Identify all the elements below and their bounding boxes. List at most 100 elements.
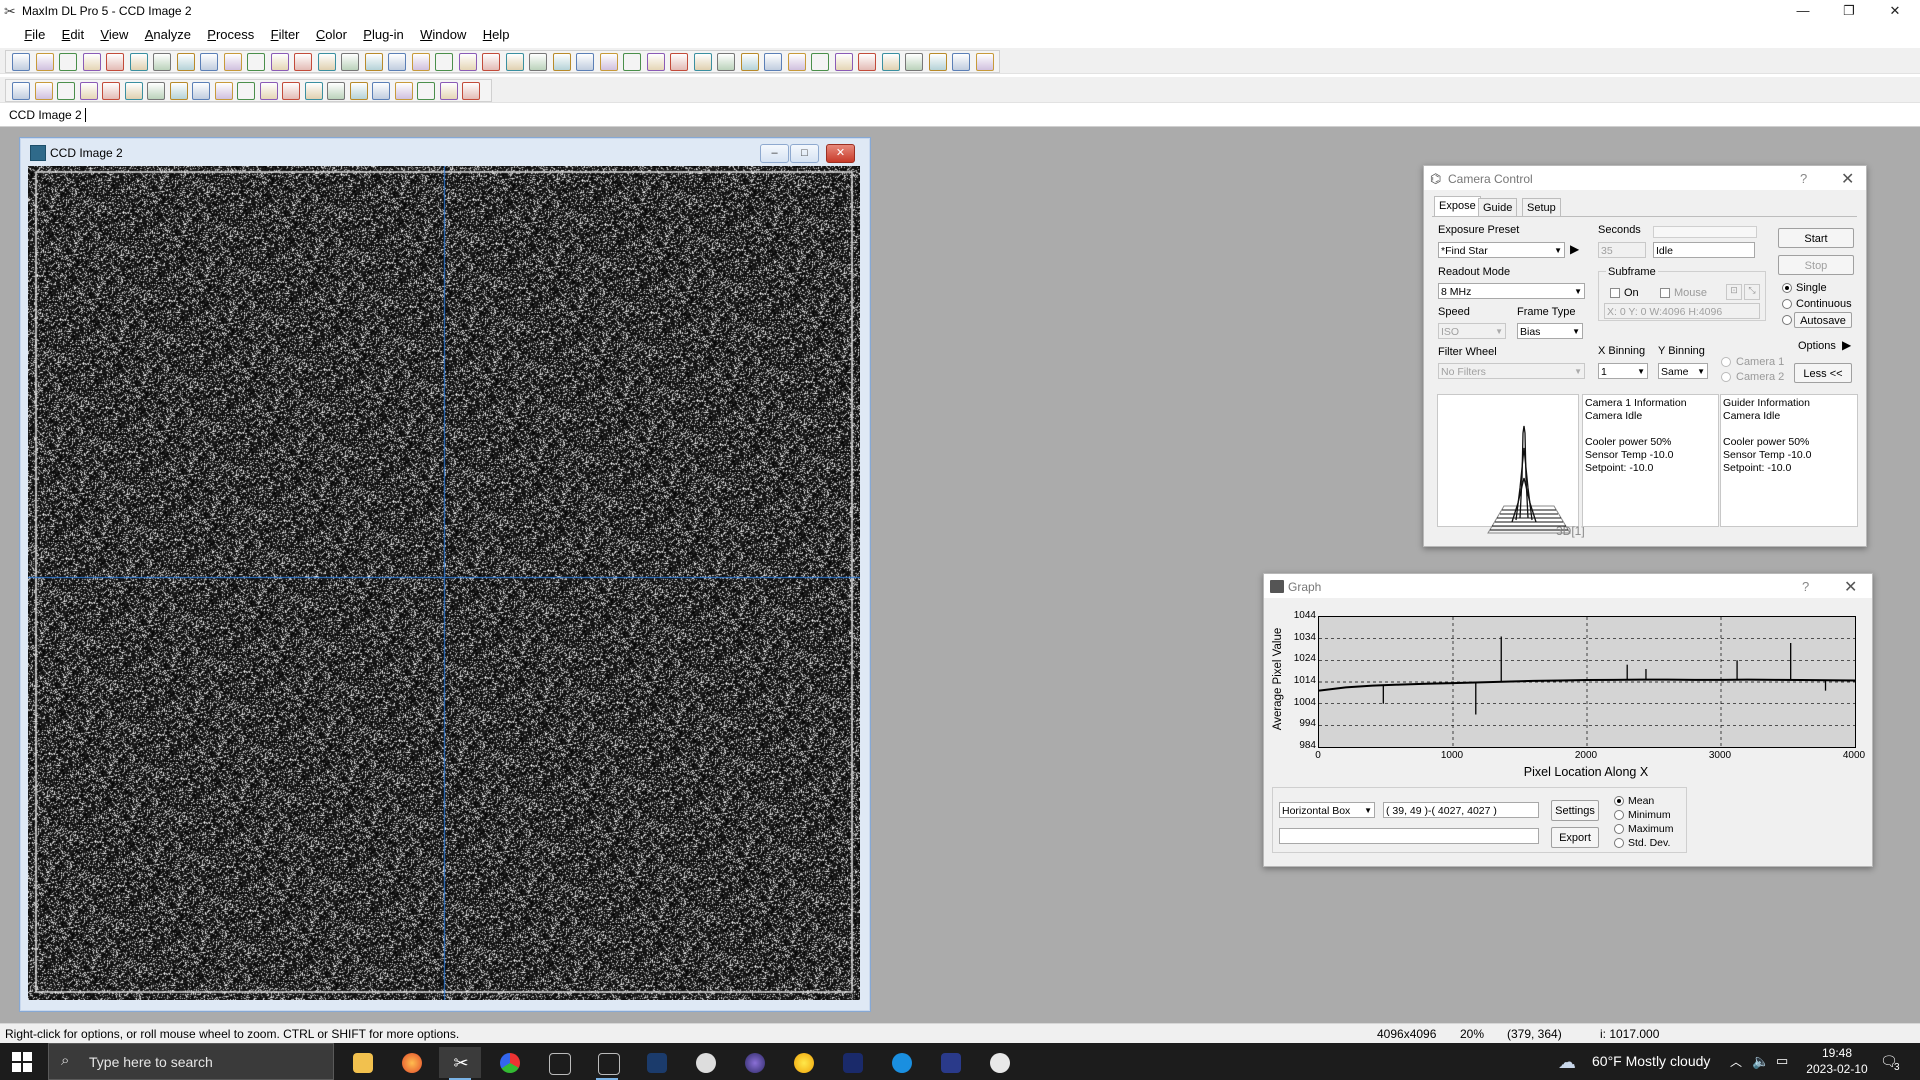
minimize-button[interactable]: —: [1780, 0, 1826, 22]
toolbar-button-icon[interactable]: [237, 82, 255, 100]
subframe-on-checkbox[interactable]: [1610, 288, 1620, 298]
taskbar-app-11[interactable]: [831, 1047, 873, 1078]
taskbar-app-14[interactable]: [978, 1047, 1020, 1078]
toolbar-button-icon[interactable]: [599, 53, 618, 71]
camera1-radio[interactable]: [1721, 357, 1731, 367]
autosave-radio[interactable]: [1782, 315, 1792, 325]
toolbar-button-icon[interactable]: [372, 82, 390, 100]
toolbar-button-icon[interactable]: [905, 53, 923, 71]
toolbar-button-icon[interactable]: [147, 82, 165, 100]
frame-type-select[interactable]: Bias ▼: [1517, 323, 1583, 339]
subframe-reset-icon[interactable]: ⤡: [1744, 284, 1760, 300]
readout-mode-select[interactable]: 8 MHz ▼: [1438, 283, 1585, 299]
menu-process[interactable]: Process: [200, 23, 260, 42]
image-minimize-button[interactable]: –: [760, 144, 789, 163]
tab-guide[interactable]: Guide: [1478, 198, 1518, 217]
menu-help[interactable]: Help: [476, 23, 516, 42]
taskbar-app-8[interactable]: [684, 1047, 726, 1078]
toolbar-button-icon[interactable]: [693, 53, 712, 71]
filter-wheel-select[interactable]: No Filters ▼: [1438, 363, 1585, 379]
toolbar-button-icon[interactable]: [928, 53, 947, 71]
toolbar-button-icon[interactable]: [764, 53, 782, 71]
toolbar-button-icon[interactable]: [59, 53, 77, 71]
autosave-button[interactable]: Autosave: [1794, 312, 1852, 328]
taskbar-app-13[interactable]: [929, 1047, 971, 1078]
mean-radio[interactable]: [1614, 796, 1624, 806]
stddev-radio[interactable]: [1614, 838, 1624, 848]
options-label[interactable]: Options: [1798, 340, 1836, 352]
toolbar-button-icon[interactable]: [82, 53, 101, 71]
toolbar-button-icon[interactable]: [505, 53, 524, 71]
subframe-mouse-checkbox[interactable]: [1660, 288, 1670, 298]
stop-button[interactable]: Stop: [1778, 255, 1854, 275]
toolbar-button-icon[interactable]: [341, 53, 359, 71]
menu-analyze[interactable]: Analyze: [138, 23, 197, 42]
menu-file[interactable]: File: [17, 23, 51, 42]
toolbar-button-icon[interactable]: [12, 53, 30, 71]
ccd-image-canvas[interactable]: [28, 166, 860, 1000]
toolbar-button-icon[interactable]: [858, 53, 876, 71]
clock-time[interactable]: 19:48: [1812, 1046, 1862, 1060]
toolbar-button-icon[interactable]: [952, 53, 970, 71]
toolbar-button-icon[interactable]: [129, 53, 148, 71]
menu-color[interactable]: Color: [309, 23, 353, 42]
continuous-radio[interactable]: [1782, 299, 1792, 309]
toolbar-button-icon[interactable]: [192, 82, 210, 100]
volume-muted-icon[interactable]: 🔈: [1752, 1053, 1769, 1070]
toolbar-button-icon[interactable]: [247, 53, 265, 71]
toolbar-button-icon[interactable]: [317, 53, 336, 71]
toolbar-button-icon[interactable]: [881, 53, 900, 71]
toolbar-button-icon[interactable]: [349, 82, 368, 100]
seconds-input[interactable]: 35: [1598, 242, 1646, 258]
toolbar-button-icon[interactable]: [176, 53, 195, 71]
toolbar-button-icon[interactable]: [811, 53, 829, 71]
camera-control-titlebar[interactable]: ⌬ Camera Control ? ✕: [1424, 166, 1866, 190]
toolbar-button-icon[interactable]: [529, 53, 547, 71]
menu-filter[interactable]: Filter: [264, 23, 306, 42]
toolbar-button-icon[interactable]: [576, 53, 594, 71]
less-button[interactable]: Less <<: [1794, 363, 1852, 383]
toolbar-button-icon[interactable]: [834, 53, 853, 71]
toolbar-button-icon[interactable]: [327, 82, 345, 100]
taskbar-app-5[interactable]: [537, 1047, 579, 1078]
toolbar-button-icon[interactable]: [435, 53, 453, 71]
camera2-radio[interactable]: [1721, 372, 1731, 382]
speed-select[interactable]: ISO ▼: [1438, 323, 1506, 339]
toolbar-button-icon[interactable]: [388, 53, 406, 71]
taskbar-maxim-dl[interactable]: ✂: [439, 1047, 481, 1080]
clock-date[interactable]: 2023-02-10: [1802, 1062, 1872, 1076]
taskbar-app-7[interactable]: [635, 1047, 677, 1078]
image-maximize-button[interactable]: □: [790, 144, 819, 163]
toolbar-button-icon[interactable]: [214, 82, 233, 100]
chevron-up-icon[interactable]: ︿: [1730, 1053, 1742, 1070]
toolbar-button-icon[interactable]: [223, 53, 242, 71]
menu-view[interactable]: View: [93, 23, 134, 42]
toolbar-button-icon[interactable]: [717, 53, 735, 71]
toolbar-button-icon[interactable]: [787, 53, 806, 71]
toolbar-button-icon[interactable]: [482, 53, 500, 71]
taskbar-teamviewer[interactable]: [880, 1047, 922, 1078]
windows-start-icon[interactable]: [12, 1052, 32, 1072]
document-tab[interactable]: CCD Image 2: [9, 108, 82, 122]
start-button[interactable]: Start: [1778, 228, 1854, 248]
options-arrow-icon[interactable]: ▶: [1842, 338, 1851, 352]
settings-button[interactable]: Settings: [1551, 800, 1599, 821]
toolbar-button-icon[interactable]: [200, 53, 218, 71]
toolbar-button-icon[interactable]: [458, 53, 477, 71]
toolbar-button-icon[interactable]: [12, 82, 30, 100]
menu-window[interactable]: Window: [413, 23, 472, 42]
toolbar-button-icon[interactable]: [411, 53, 430, 71]
image-window-titlebar[interactable]: CCD Image 2: [26, 140, 866, 162]
graph-plot[interactable]: [1318, 616, 1856, 748]
exposure-preset-select[interactable]: *Find Star ▼: [1438, 242, 1565, 258]
toolbar-button-icon[interactable]: [294, 53, 312, 71]
menu-edit[interactable]: Edit: [55, 23, 90, 42]
toolbar-button-icon[interactable]: [124, 82, 143, 100]
toolbar-button-icon[interactable]: [259, 82, 278, 100]
taskbar-firefox[interactable]: [390, 1047, 432, 1078]
toolbar-button-icon[interactable]: [646, 53, 665, 71]
toolbar-button-icon[interactable]: [552, 53, 571, 71]
profile-mode-select[interactable]: Horizontal Box ▼: [1279, 802, 1375, 818]
toolbar-button-icon[interactable]: [169, 82, 188, 100]
region-field[interactable]: ( 39, 49 )-( 4027, 4027 ): [1383, 802, 1539, 818]
